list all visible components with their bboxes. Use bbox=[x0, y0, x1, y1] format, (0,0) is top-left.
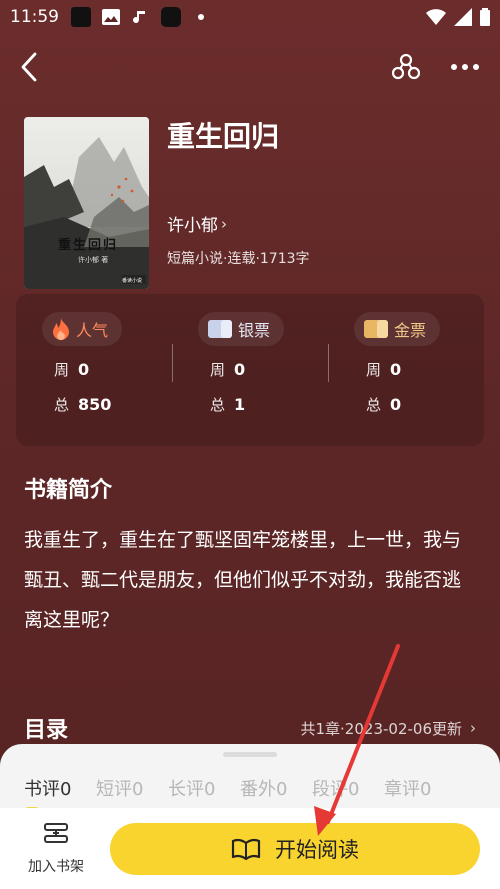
tab-long-reviews[interactable]: 长评0 bbox=[168, 775, 240, 801]
gold-week: 周 0 bbox=[366, 359, 484, 380]
book-title: 重生回归 bbox=[167, 120, 280, 153]
gold-ticket-icon bbox=[364, 320, 388, 338]
popularity-week-value: 0 bbox=[78, 360, 90, 379]
total-label: 总 bbox=[210, 396, 226, 414]
status-bar: 11:59 bbox=[0, 0, 500, 34]
wifi-icon bbox=[426, 9, 446, 25]
status-time: 11:59 bbox=[10, 7, 59, 27]
popularity-week: 周 0 bbox=[54, 359, 172, 380]
silver-total: 总 1 bbox=[210, 394, 328, 415]
back-button[interactable] bbox=[20, 52, 50, 82]
signal-icon bbox=[454, 8, 472, 26]
book-info: 重生回归 许小郁 › 短篇小说·连载·1713字 bbox=[167, 117, 476, 290]
author-name: 许小郁 bbox=[167, 216, 218, 236]
cover-author: 许小郁 著 bbox=[78, 256, 109, 264]
chevron-right-icon: › bbox=[470, 719, 476, 737]
top-nav bbox=[0, 34, 500, 100]
silver-ticket-icon bbox=[208, 320, 232, 338]
week-label: 周 bbox=[366, 361, 382, 379]
silver-ticket-label: 银票 bbox=[238, 321, 271, 340]
start-reading-label: 开始阅读 bbox=[275, 837, 359, 862]
tab-short-reviews[interactable]: 短评0 bbox=[96, 775, 168, 801]
silver-week-value: 0 bbox=[234, 360, 246, 379]
stats-panel: 人气 周 0 总 850 银票 周 0 总 1 金票 周 0 总 0 bbox=[16, 294, 484, 446]
stat-gold-ticket[interactable]: 金票 周 0 总 0 bbox=[328, 312, 484, 446]
drag-handle[interactable] bbox=[223, 752, 277, 757]
tab-chapter-reviews[interactable]: 章评0 bbox=[384, 775, 456, 801]
gold-total: 总 0 bbox=[366, 394, 484, 415]
gold-week-value: 0 bbox=[390, 360, 402, 379]
stat-silver-ticket[interactable]: 银票 周 0 总 1 bbox=[172, 312, 328, 446]
more-options-icon[interactable] bbox=[450, 63, 480, 71]
image-notification-icon bbox=[101, 7, 121, 27]
cover-publisher: 番读小说 bbox=[122, 278, 143, 284]
start-reading-button[interactable]: 开始阅读 bbox=[110, 822, 480, 875]
book-meta: 短篇小说·连载·1713字 bbox=[167, 251, 310, 267]
gold-ticket-label: 金票 bbox=[394, 321, 427, 340]
tab-paragraph-reviews[interactable]: 段评0 bbox=[312, 775, 384, 801]
silver-week: 周 0 bbox=[210, 359, 328, 380]
week-label: 周 bbox=[54, 361, 70, 379]
book-header: 重生回归 许小郁 著 番读小说 重生回归 许小郁 › 短篇小说·连载·1713字 bbox=[0, 100, 500, 290]
toc-title: 目录 bbox=[24, 718, 69, 743]
author-link[interactable]: 许小郁 › bbox=[167, 211, 476, 237]
intro-title: 书籍简介 bbox=[24, 478, 113, 503]
review-tabs: 书评0 短评0 长评0 番外0 段评0 章评0 bbox=[0, 775, 500, 811]
chevron-left-icon bbox=[21, 52, 37, 82]
add-to-shelf-button[interactable]: 加入书架 bbox=[18, 822, 94, 876]
toc-meta: 共1章·2023-02-06更新 › bbox=[301, 718, 477, 739]
total-label: 总 bbox=[366, 396, 382, 414]
music-notification-icon bbox=[131, 7, 151, 27]
chevron-right-icon: › bbox=[221, 214, 227, 233]
week-label: 周 bbox=[210, 361, 226, 379]
popularity-total: 总 850 bbox=[54, 394, 172, 415]
popularity-total-value: 850 bbox=[78, 395, 112, 414]
share-icon[interactable] bbox=[392, 54, 420, 80]
tab-book-reviews[interactable]: 书评0 bbox=[24, 775, 96, 811]
silver-total-value: 1 bbox=[234, 395, 246, 414]
app2-notification-icon bbox=[161, 7, 181, 27]
popularity-label: 人气 bbox=[76, 321, 109, 340]
toc-meta-text: 共1章·2023-02-06更新 bbox=[300, 719, 463, 738]
battery-icon bbox=[480, 8, 490, 26]
bottom-action-bar: 加入书架 开始阅读 bbox=[0, 808, 500, 889]
stat-popularity[interactable]: 人气 周 0 总 850 bbox=[16, 312, 172, 446]
flame-icon bbox=[52, 318, 70, 340]
add-shelf-icon bbox=[43, 822, 69, 850]
open-book-icon bbox=[231, 838, 261, 860]
intro-text: 我重生了，重生在了甄坚固牢笼楼里，上一世，我与甄丑、甄二代是朋友，但他们似乎不对… bbox=[24, 529, 462, 631]
more-notifications-icon bbox=[191, 7, 211, 27]
gold-total-value: 0 bbox=[390, 395, 402, 414]
toc-row[interactable]: 目录 共1章·2023-02-06更新 › bbox=[0, 712, 500, 744]
popularity-badge: 人气 bbox=[42, 312, 123, 346]
add-to-shelf-label: 加入书架 bbox=[28, 858, 84, 875]
silver-ticket-badge: 银票 bbox=[198, 312, 285, 346]
gold-ticket-badge: 金票 bbox=[354, 312, 441, 346]
tab-extras[interactable]: 番外0 bbox=[240, 775, 312, 801]
cover-title: 重生回归 bbox=[58, 238, 119, 253]
app-notification-icon bbox=[71, 7, 91, 27]
book-cover[interactable]: 重生回归 许小郁 著 番读小说 bbox=[24, 117, 149, 289]
total-label: 总 bbox=[54, 396, 70, 414]
